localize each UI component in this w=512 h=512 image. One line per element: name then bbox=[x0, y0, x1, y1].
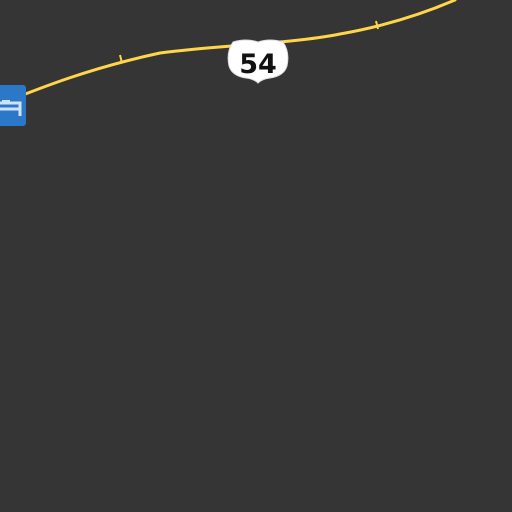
us-highway-shield-icon[interactable]: 54 bbox=[227, 39, 289, 84]
highway-route-number: 54 bbox=[239, 49, 277, 80]
lodging-bed-icon[interactable] bbox=[0, 85, 26, 126]
map-canvas[interactable]: 54 bbox=[0, 0, 512, 512]
highway-road bbox=[0, 0, 457, 106]
map-layer: 54 bbox=[0, 0, 457, 126]
